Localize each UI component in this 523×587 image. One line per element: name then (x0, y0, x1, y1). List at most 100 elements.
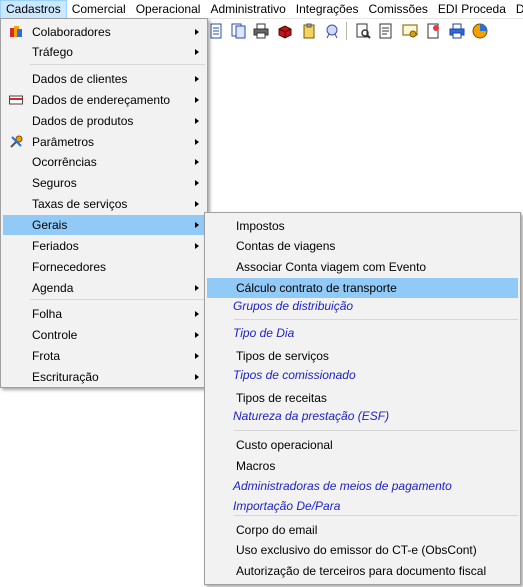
menu-item-label: Fornecedores (32, 260, 107, 274)
menu-administrativo[interactable]: Administrativo (205, 0, 290, 18)
boxes-icon[interactable] (277, 23, 293, 39)
document-icon[interactable] (208, 23, 224, 39)
submenu-item-calculo-contrato-de-transporte[interactable]: Cálculo contrato de transporte (207, 278, 518, 298)
cadastros-menu: Colaboradores Tráfego Dados de clientes Dad… (0, 18, 208, 388)
submenu-arrow-icon (195, 311, 199, 317)
submenu-item-label: Tipo de Dia (233, 326, 295, 340)
document-star-icon[interactable] (425, 23, 441, 39)
submenu-item-label: Tipos de serviços (236, 349, 329, 363)
menu-cadastros[interactable]: Cadastros (0, 0, 67, 18)
documents-icon[interactable] (231, 23, 247, 39)
submenu-item-label: Autorização de terceiros para documento … (236, 564, 487, 578)
submenu-item-corpo-do-email[interactable]: Corpo do email (207, 520, 518, 540)
menu-item-feriados[interactable]: Feriados (3, 236, 205, 256)
menu-item-label: Taxas de serviços (32, 197, 128, 211)
submenu-item-label: Uso exclusivo do emissor do CT-e (ObsCon… (236, 543, 477, 557)
submenu-item-natureza-da-prestacao-esf[interactable]: Natureza da prestação (ESF) (207, 406, 518, 426)
menu-item-controle[interactable]: Controle (3, 325, 205, 345)
menu-item-label: Colaboradores (32, 25, 111, 39)
menu-item-gerais[interactable]: Gerais (3, 215, 205, 235)
submenu-arrow-icon (195, 49, 199, 55)
menu-comercial[interactable]: Comercial (67, 0, 131, 18)
submenu-item-contas-de-viagens[interactable]: Contas de viagens (207, 236, 518, 256)
menu-item-frota[interactable]: Frota (3, 346, 205, 366)
menu-item-dados-de-enderecamento[interactable]: Dados de endereçamento (3, 90, 205, 110)
submenu-item-label: Grupos de distribuição (233, 299, 354, 313)
submenu-item-tipo-de-dia[interactable]: Tipo de Dia (207, 323, 518, 343)
menu-item-label: Dados de endereçamento (32, 93, 171, 107)
menu-bar: Cadastros Comercial Operacional Administ… (0, 0, 523, 19)
menu-item-agenda[interactable]: Agenda (3, 278, 205, 298)
submenu-item-tipos-de-receitas[interactable]: Tipos de receitas (207, 388, 518, 408)
submenu-arrow-icon (195, 353, 199, 359)
submenu-item-tipos-de-servicos[interactable]: Tipos de serviços (207, 346, 518, 366)
menu-separator (234, 515, 518, 516)
menu-item-colaboradores[interactable]: Colaboradores (3, 22, 205, 42)
submenu-item-macros[interactable]: Macros (207, 456, 518, 476)
tools-icon (10, 135, 23, 148)
menu-item-fornecedores[interactable]: Fornecedores (3, 257, 205, 277)
submenu-arrow-icon (195, 374, 199, 380)
menu-item-label: Seguros (32, 176, 77, 190)
submenu-item-label: Tipos de comissionado (233, 368, 356, 382)
submenu-item-label: Cálculo contrato de transporte (236, 281, 397, 295)
toolbar (205, 19, 523, 43)
menu-item-label: Dados de produtos (32, 114, 134, 128)
submenu-item-label: Corpo do email (236, 523, 318, 537)
menu-item-seguros[interactable]: Seguros (3, 173, 205, 193)
submenu-item-label: Importação De/Para (233, 499, 341, 513)
certificate-icon[interactable] (402, 23, 418, 39)
menu-item-folha[interactable]: Folha (3, 304, 205, 324)
menu-item-label: Frota (32, 349, 61, 363)
menu-item-dados-de-clientes[interactable]: Dados de clientes (3, 69, 205, 89)
submenu-item-uso-exclusivo-do-emissor-do-ct-e-obscont[interactable]: Uso exclusivo do emissor do CT-e (ObsCon… (207, 540, 518, 560)
menu-separator (30, 64, 205, 65)
submenu-item-impostos[interactable]: Impostos (207, 216, 518, 236)
submenu-arrow-icon (195, 180, 199, 186)
menu-item-label: Gerais (32, 218, 68, 232)
preview-icon[interactable] (355, 23, 371, 39)
submenu-arrow-icon (195, 76, 199, 82)
menu-item-label: Dados de clientes (32, 72, 128, 86)
menu-item-dados-de-produtos[interactable]: Dados de produtos (3, 111, 205, 131)
menu-do[interactable]: Do (511, 0, 523, 18)
menu-separator (234, 430, 518, 431)
submenu-item-label: Tipos de receitas (236, 391, 327, 405)
submenu-item-custo-operacional[interactable]: Custo operacional (207, 435, 518, 455)
pie-chart-icon[interactable] (472, 23, 488, 39)
menu-item-label: Escrituração (32, 370, 99, 384)
menu-separator (234, 319, 518, 320)
menu-operacional[interactable]: Operacional (131, 0, 206, 18)
print-blue-icon[interactable] (449, 23, 465, 39)
submenu-item-associar-conta-viagem-com-evento[interactable]: Associar Conta viagem com Evento (207, 257, 518, 277)
menu-item-trafego[interactable]: Tráfego (3, 42, 205, 62)
menu-item-ocorrencias[interactable]: Ocorrências (3, 152, 205, 172)
menu-item-escrituracao[interactable]: Escrituração (3, 367, 205, 387)
toolbar-separator (346, 22, 347, 40)
menu-separator (30, 299, 205, 300)
menu-comissoes[interactable]: Comissões (364, 0, 433, 18)
submenu-item-importacao-de-para[interactable]: Importação De/Para (207, 496, 518, 516)
submenu-item-label: Associar Conta viagem com Evento (236, 260, 427, 274)
submenu-item-administradoras-de-meios-de-pagamento[interactable]: Administradoras de meios de pagamento (207, 476, 518, 496)
submenu-item-grupos-de-distribuicao[interactable]: Grupos de distribuição (207, 296, 518, 316)
menu-item-label: Controle (32, 328, 78, 342)
submenu-arrow-icon (195, 243, 199, 249)
menu-item-taxas-de-servicos[interactable]: Taxas de serviços (3, 194, 205, 214)
submenu-arrow-icon (195, 222, 199, 228)
submenu-item-autorizacao-de-terceiros-para-documento-fiscal[interactable]: Autorização de terceiros para documento … (207, 561, 518, 581)
submenu-arrow-icon (195, 118, 199, 124)
submenu-item-tipos-de-comissionado[interactable]: Tipos de comissionado (207, 365, 518, 385)
menu-item-parametros[interactable]: Parâmetros (3, 132, 205, 152)
report-icon[interactable] (378, 23, 394, 39)
printer-icon[interactable] (253, 23, 269, 39)
wizard-icon[interactable] (324, 23, 340, 39)
submenu-arrow-icon (195, 201, 199, 207)
submenu-item-label: Administradoras de meios de pagamento (233, 479, 452, 493)
menu-integracoes[interactable]: Integrações (291, 0, 364, 18)
card-icon (9, 95, 23, 105)
menu-edi-proceda[interactable]: EDI Proceda (433, 0, 511, 18)
submenu-item-label: Natureza da prestação (ESF) (233, 409, 390, 423)
menu-item-label: Agenda (32, 281, 74, 295)
clipboard-icon[interactable] (301, 23, 317, 39)
